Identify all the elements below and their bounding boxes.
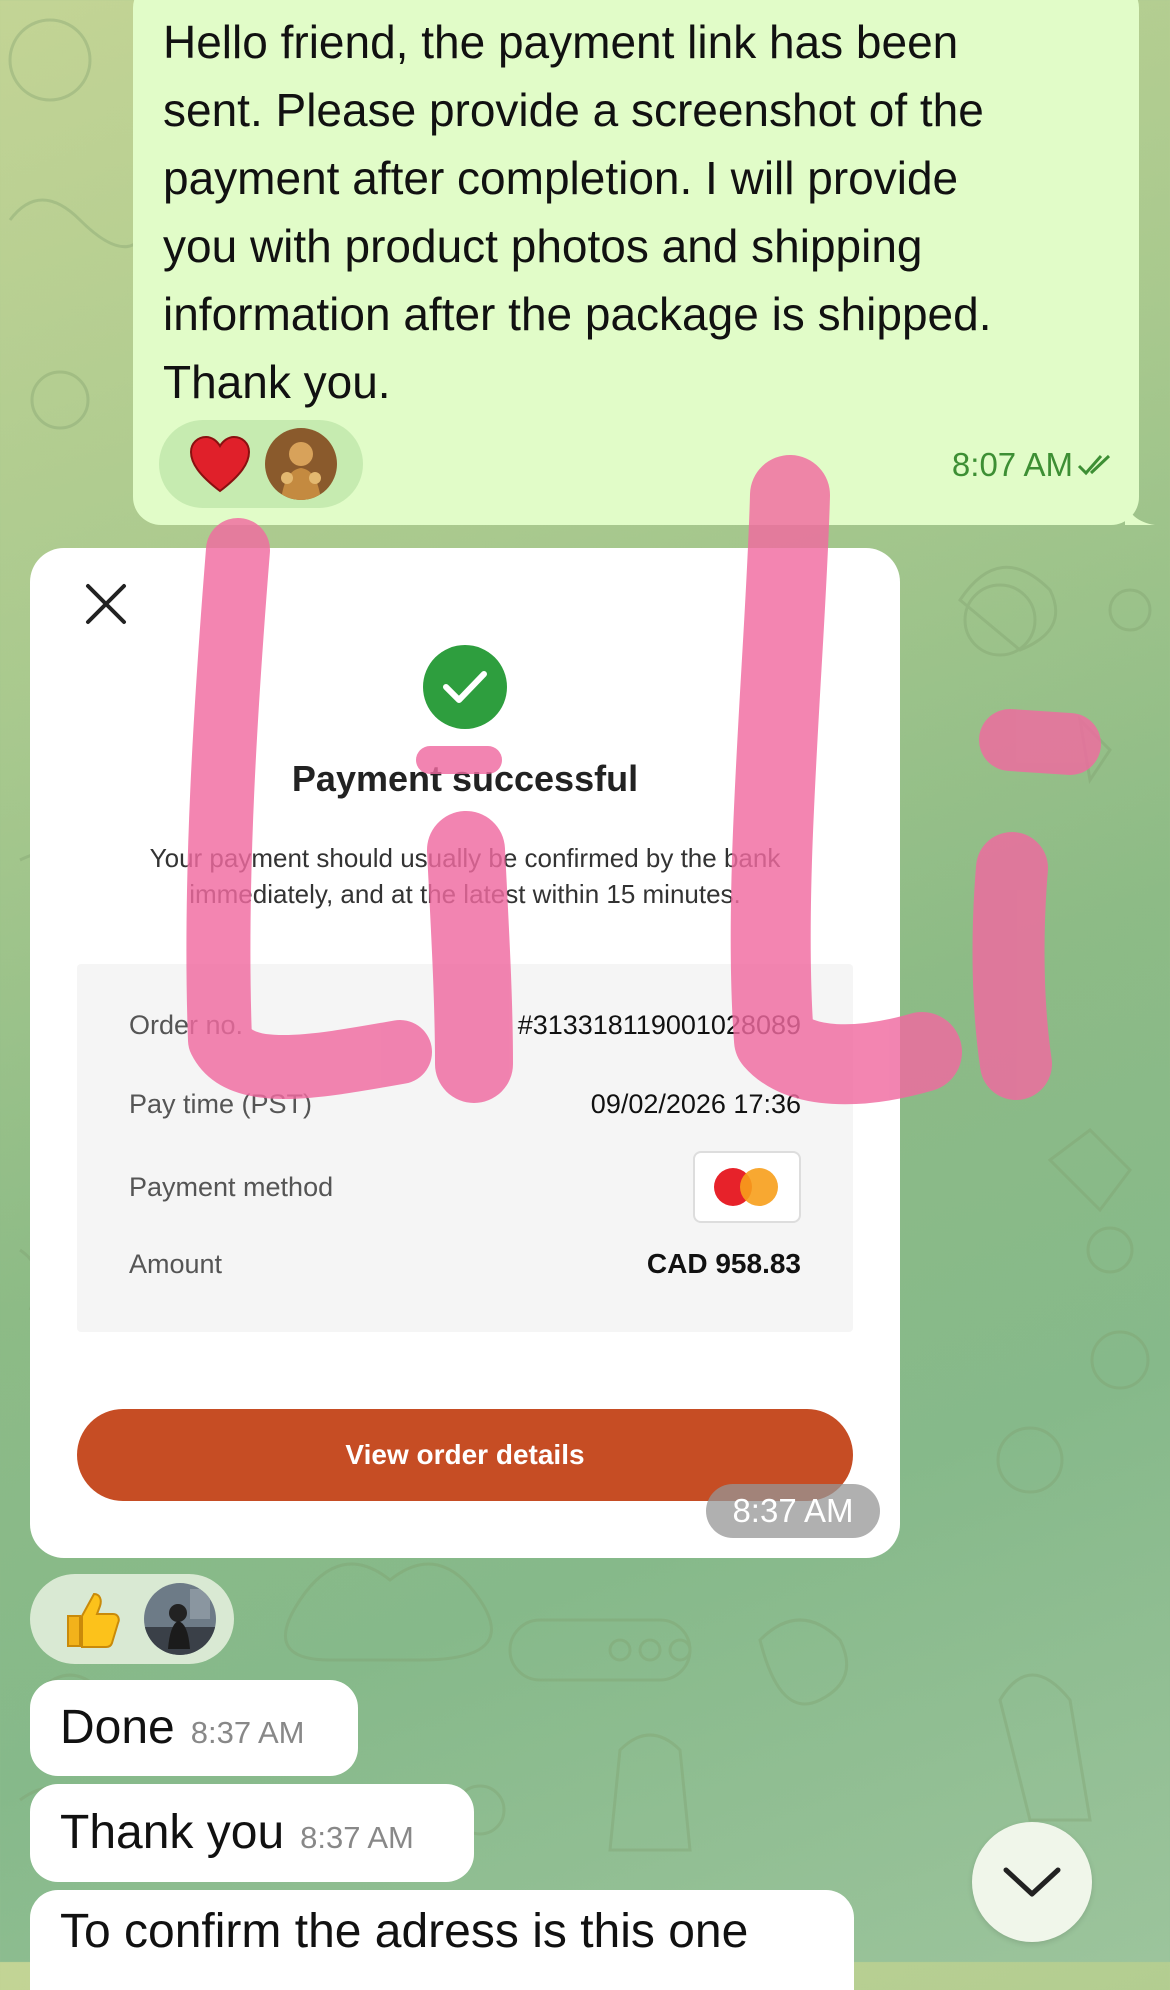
payment-screenshot-image[interactable]: Payment successful Your payment should u…: [30, 548, 900, 1558]
message-text: Thank you: [60, 1806, 285, 1859]
payment-details-box: Order no. #31331811900102808​9 Pay time …: [77, 964, 853, 1332]
outgoing-message-meta: 8:07 AM: [952, 446, 1117, 484]
order-number-row: Order no. #31331811900102808​9: [129, 1010, 801, 1041]
message-text: Done: [60, 1701, 175, 1754]
scroll-to-bottom-button[interactable]: [972, 1822, 1092, 1942]
close-icon: [86, 584, 126, 624]
pay-time-label: Pay time (PST): [129, 1089, 313, 1119]
pay-time-value: 09/02/2026 17:36: [590, 1089, 801, 1119]
order-number-label: Order no.: [129, 1010, 244, 1040]
reaction-avatar: [144, 1583, 216, 1655]
success-check-icon: [423, 645, 507, 729]
incoming-message[interactable]: To confirm the adress is this one: [30, 1890, 854, 1990]
amount-value: CAD 958.83: [646, 1248, 801, 1279]
outgoing-message-time: 8:07 AM: [951, 446, 1073, 483]
thumbs-up-icon: [67, 1592, 120, 1648]
message-time: 8:37 AM: [190, 1715, 305, 1750]
double-check-icon: [1077, 454, 1111, 476]
payment-title: Payment successful: [291, 758, 639, 799]
payment-method-row: Payment method: [129, 1151, 801, 1223]
message-time: 8:37 AM: [300, 1820, 414, 1855]
outgoing-reactions[interactable]: [159, 420, 363, 508]
incoming-message[interactable]: Done 8:37 AM: [30, 1680, 358, 1776]
order-number-value: #31331811900102808​9: [517, 1010, 801, 1040]
chevron-down-icon: [1003, 1867, 1061, 1897]
bubble-tail: [1125, 499, 1155, 525]
incoming-message[interactable]: Thank you 8:37 AM: [30, 1784, 474, 1882]
amount-row: Amount CAD 958.83: [129, 1248, 801, 1280]
pay-time-row: Pay time (PST) 09/02/2026 17:36: [129, 1089, 801, 1120]
payment-image-time: 8:37 AM: [706, 1484, 880, 1538]
payment-method-label: Payment method: [129, 1171, 334, 1202]
heart-icon: [189, 435, 251, 493]
payment-subtitle: Your payment should usually be confirmed…: [149, 843, 781, 909]
outgoing-message-bubble[interactable]: Hello friend, the payment link has been …: [133, 0, 1155, 525]
amount-label: Amount: [129, 1248, 223, 1279]
incoming-reactions[interactable]: [30, 1574, 234, 1664]
mastercard-icon: [693, 1151, 801, 1223]
message-text: To confirm the adress is this one: [60, 1905, 749, 1958]
reaction-avatar: [265, 428, 337, 500]
outgoing-message-text: Hello friend, the payment link has been …: [163, 16, 992, 408]
